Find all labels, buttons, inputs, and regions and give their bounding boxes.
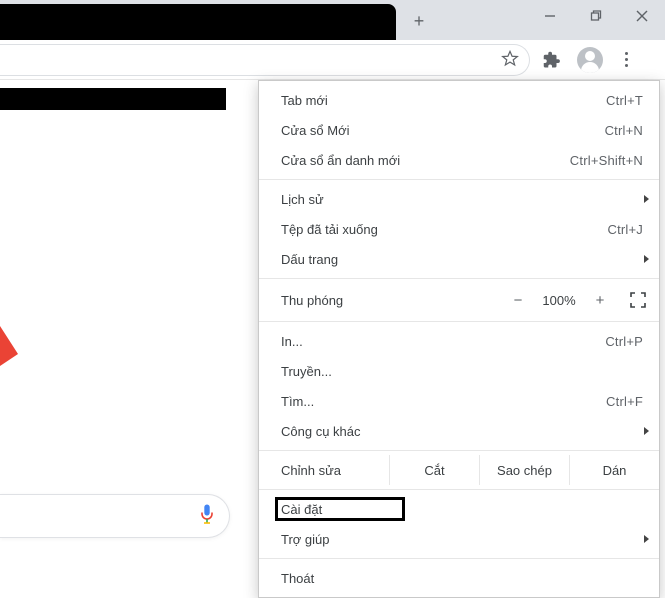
menu-item-label: Trợ giúp [281, 532, 643, 547]
active-tab[interactable] [0, 4, 396, 40]
zoom-out-button[interactable]: − [503, 286, 533, 314]
page-logo-fragment [0, 326, 18, 366]
menu-item-shortcut: Ctrl+F [606, 394, 643, 409]
menu-separator [259, 278, 659, 279]
zoom-in-button[interactable]: + [585, 286, 615, 314]
menu-item-bookmarks[interactable]: Dấu trang [259, 244, 659, 274]
window-minimize-button[interactable] [527, 0, 573, 32]
submenu-arrow-icon [644, 255, 649, 263]
menu-item-cast[interactable]: Truyền... [259, 356, 659, 386]
menu-item-edit-row: Chỉnh sửa Cắt Sao chép Dán [259, 455, 659, 485]
page-header-redacted [0, 88, 226, 110]
chrome-menu-button[interactable] [613, 47, 639, 73]
extensions-icon[interactable] [539, 47, 565, 73]
menu-item-find[interactable]: Tìm... Ctrl+F [259, 386, 659, 416]
menu-item-label: Tệp đã tải xuống [281, 222, 607, 237]
menu-separator [259, 558, 659, 559]
voice-search-icon[interactable] [199, 504, 215, 529]
browser-toolbar [0, 40, 665, 80]
menu-item-label: Truyền... [281, 364, 643, 379]
menu-separator [259, 179, 659, 180]
menu-item-label: Công cụ khác [281, 424, 643, 439]
edit-paste-button[interactable]: Dán [569, 455, 659, 485]
menu-item-shortcut: Ctrl+J [607, 222, 643, 237]
menu-item-shortcut: Ctrl+P [605, 334, 643, 349]
menu-item-history[interactable]: Lịch sử [259, 184, 659, 214]
zoom-label: Thu phóng [281, 293, 503, 308]
menu-item-print[interactable]: In... Ctrl+P [259, 326, 659, 356]
menu-item-label: Dấu trang [281, 252, 643, 267]
menu-item-label: Lịch sử [281, 192, 643, 207]
menu-item-new-tab[interactable]: Tab mới Ctrl+T [259, 85, 659, 115]
window-maximize-button[interactable] [573, 0, 619, 32]
menu-separator [259, 450, 659, 451]
menu-item-label: In... [281, 334, 605, 349]
menu-item-label: Thoát [281, 571, 643, 586]
menu-item-more-tools[interactable]: Công cụ khác [259, 416, 659, 446]
edit-copy-button[interactable]: Sao chép [479, 455, 569, 485]
menu-item-shortcut: Ctrl+Shift+N [570, 153, 643, 168]
menu-item-help[interactable]: Trợ giúp [259, 524, 659, 554]
fullscreen-button[interactable] [623, 286, 653, 314]
menu-item-settings[interactable]: Cài đặt [259, 494, 659, 524]
menu-item-shortcut: Ctrl+T [606, 93, 643, 108]
chrome-main-menu: Tab mới Ctrl+T Cửa sổ Mới Ctrl+N Cửa sổ … [258, 80, 660, 598]
edit-label: Chỉnh sửa [281, 455, 389, 485]
menu-item-new-incognito[interactable]: Cửa sổ ẩn danh mới Ctrl+Shift+N [259, 145, 659, 175]
google-search-box[interactable] [0, 494, 230, 538]
omnibox[interactable] [0, 44, 530, 76]
menu-separator [259, 489, 659, 490]
zoom-value: 100% [533, 293, 585, 308]
window-close-button[interactable] [619, 0, 665, 32]
submenu-arrow-icon [644, 427, 649, 435]
menu-item-new-window[interactable]: Cửa sổ Mới Ctrl+N [259, 115, 659, 145]
edit-cut-button[interactable]: Cắt [389, 455, 479, 485]
tab-title-redacted [86, 4, 180, 16]
tab-strip: + [0, 0, 665, 40]
menu-item-label: Cửa sổ Mới [281, 123, 605, 138]
menu-item-downloads[interactable]: Tệp đã tải xuống Ctrl+J [259, 214, 659, 244]
submenu-arrow-icon [644, 535, 649, 543]
submenu-arrow-icon [644, 195, 649, 203]
menu-separator [259, 321, 659, 322]
profile-avatar-icon[interactable] [577, 47, 603, 73]
menu-item-zoom: Thu phóng − 100% + [259, 283, 659, 317]
menu-item-label: Cài đặt [281, 502, 643, 517]
new-tab-button[interactable]: + [408, 10, 430, 32]
menu-item-label: Cửa sổ ẩn danh mới [281, 153, 570, 168]
bookmark-star-icon[interactable] [501, 50, 519, 71]
menu-item-shortcut: Ctrl+N [605, 123, 643, 138]
menu-item-exit[interactable]: Thoát [259, 563, 659, 593]
menu-item-label: Tab mới [281, 93, 606, 108]
menu-item-label: Tìm... [281, 394, 606, 409]
